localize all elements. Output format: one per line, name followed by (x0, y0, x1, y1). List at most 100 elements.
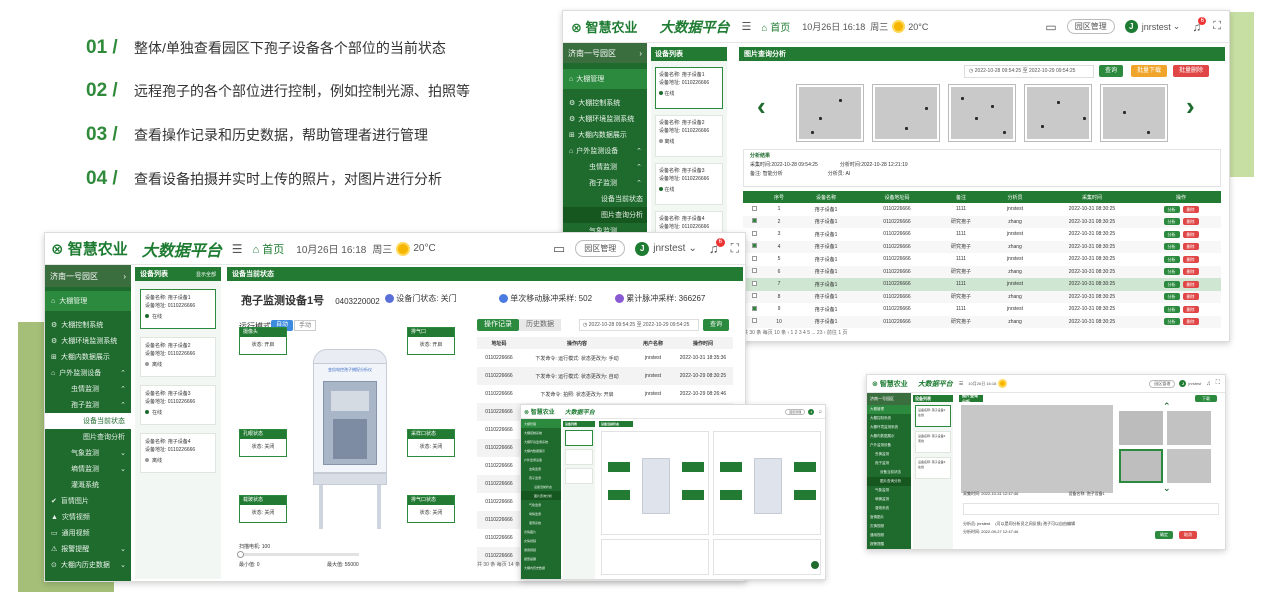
home-link[interactable]: ⌂ 首页 (253, 241, 285, 257)
device-card[interactable]: 设备名称: 孢子设备3 在线 (915, 457, 951, 479)
delete-button[interactable]: 删除 (1182, 268, 1199, 276)
thumbnail[interactable] (797, 85, 863, 141)
park-manage-button[interactable]: 园区管理 (1066, 19, 1115, 34)
batch-download-button[interactable]: 批量下载 (1131, 65, 1167, 77)
avatar[interactable]: J (1124, 20, 1138, 33)
chevron-down-icon[interactable]: ⌄ (1163, 483, 1171, 494)
thumbnail[interactable] (1025, 85, 1091, 141)
date-range-input[interactable]: ◷ 2022-10-28 09:54:25 至 2022-10-29 09:54… (964, 65, 1094, 78)
table-row[interactable]: 10 孢子设备1 0110226666 研究孢子 zhang 2022-10-31 08:… (743, 315, 1221, 328)
slider-handle[interactable] (237, 551, 244, 558)
cancel-button[interactable]: 取消 (1179, 531, 1197, 539)
analyze-button[interactable]: 分析 (1163, 305, 1180, 313)
sidebar-item[interactable]: 大棚环境监测系统 (867, 423, 911, 432)
row-checkbox[interactable] (751, 218, 757, 224)
thumbnail[interactable] (949, 85, 1015, 141)
sidebar-item[interactable]: 图片查询分析 (45, 429, 131, 445)
sidebar-item[interactable]: ⌂ 户外监测设备 ⌃ (563, 143, 647, 159)
sidebar-item[interactable]: 虫情监测 (521, 464, 561, 473)
analyze-button[interactable]: 分析 (1163, 243, 1180, 251)
device-tile[interactable] (713, 431, 821, 535)
table-row[interactable]: 0110226666 下发命令: 拍照: 状态更改为: 开启 jnrstest 202… (477, 385, 733, 403)
table-row[interactable]: 1 孢子设备1 0110226666 1111 jnrstest 2022-10-31 0… (743, 203, 1221, 216)
sidebar-item[interactable]: ▭ 通用视频 (45, 525, 131, 541)
fullscreen-icon[interactable]: ⛶ (1213, 20, 1221, 33)
sidebar-item[interactable]: 盲情图片 (867, 513, 911, 522)
table-row[interactable]: 0110226666 下发命令: 运行模式: 状态更改为: 自动 jnrstest 2… (477, 367, 733, 385)
sidebar-item[interactable]: ▲ 灾情视频 (45, 509, 131, 525)
table-row[interactable]: 4 孢子设备1 0110226666 研究孢子 zhang 2022-10-31 08:3… (743, 240, 1221, 253)
sidebar-item[interactable]: 户外监测设备 (521, 455, 561, 464)
confirm-button[interactable]: 确定 (1155, 531, 1173, 539)
row-checkbox[interactable] (751, 305, 757, 311)
bell-icon[interactable]: ♫ (1206, 381, 1211, 387)
table-row[interactable]: 2 孢子设备1 0110226666 研究孢子 zhang 2022-10-31 08:3… (743, 215, 1221, 228)
analyze-button[interactable]: 分析 (1163, 293, 1180, 301)
device-card[interactable] (565, 449, 593, 465)
sidebar-item[interactable]: 虫情监测 ⌃ (45, 381, 131, 397)
monitor-icon[interactable]: ▭ (553, 241, 565, 257)
sidebar-item[interactable]: ⊞ 大棚内数据展示 (563, 127, 647, 143)
sidebar-item[interactable]: 孢子监测 (867, 459, 911, 468)
tab-history[interactable]: 历史数据 (519, 319, 561, 331)
sidebar-item[interactable]: 图片查询分析 (867, 477, 911, 486)
sidebar-item[interactable]: 气象监测 (867, 486, 911, 495)
analyze-button[interactable]: 分析 (1163, 280, 1180, 288)
sidebar-item[interactable]: 灌溉系统 (867, 504, 911, 513)
sidebar-item[interactable]: 通用视频 (867, 531, 911, 540)
delete-button[interactable]: 删除 (1182, 293, 1199, 301)
park-selector[interactable]: 济南一号园区 › (563, 43, 647, 63)
delete-button[interactable]: 删除 (1182, 205, 1199, 213)
sidebar-item[interactable]: ⚠ 报警提醒 ⌄ (45, 541, 131, 557)
sidebar-item[interactable]: 设备当前状态 (521, 482, 561, 491)
sidebar-item[interactable]: 孢子监测 ⌃ (45, 397, 131, 413)
sidebar-item[interactable]: 大棚内数据展示 (521, 446, 561, 455)
sidebar-item[interactable]: 大棚内历史数据 (521, 563, 561, 572)
table-row[interactable]: 0110226666 下发命令: 运行模式: 状态更改为: 手动 jnrstest 2… (477, 349, 733, 367)
tab-operation-log[interactable]: 操作记录 (477, 319, 519, 331)
device-card[interactable]: 设备名称: 孢子设备2 设备地址: 0110226666 离线 (140, 337, 216, 377)
device-card[interactable]: 设备名称: 孢子设备1 设备地址: 0110226666 在线 (140, 289, 216, 329)
park-manage-button[interactable]: 园区管理 (785, 408, 806, 415)
device-card[interactable] (565, 430, 593, 446)
device-card[interactable]: 设备名称: 孢子设备1 设备地址: 0110226666 在线 (655, 67, 723, 109)
scan-slider[interactable] (237, 551, 359, 558)
sidebar-item[interactable]: ⌂ 大棚管理 (45, 291, 131, 311)
device-card[interactable]: 设备名称: 孢子设备4 设备地址: 0110226666 离线 (140, 433, 216, 473)
sidebar-item[interactable]: ⚙ 大棚环境监测系统 (45, 333, 131, 349)
sidebar-item[interactable]: 虫情监测 (867, 450, 911, 459)
sidebar-item[interactable]: 墒情监测 ⌄ (45, 461, 131, 477)
main-spore-image[interactable] (961, 405, 1113, 493)
sidebar-item[interactable]: 灾情视频 (867, 522, 911, 531)
username[interactable]: jnrstest (1142, 22, 1171, 32)
delete-button[interactable]: 删除 (1182, 255, 1199, 263)
delete-button[interactable]: 删除 (1182, 305, 1199, 313)
chevron-left-icon[interactable]: ‹ (757, 91, 766, 122)
sidebar-item[interactable]: ⚙ 大棚控制系统 (45, 317, 131, 333)
username[interactable]: jnrstest (653, 243, 685, 254)
sidebar-item[interactable]: 报警提醒 (521, 554, 561, 563)
analyze-button[interactable]: 分析 (1163, 255, 1180, 263)
sidebar-item-image-analysis[interactable]: 图片查询分析 (563, 207, 647, 223)
sidebar-item[interactable]: 通用视频 (521, 545, 561, 554)
sidebar-item[interactable]: ⌂ 户外监测设备 ⌃ (45, 365, 131, 381)
sidebar-item[interactable]: 灾情视频 (521, 536, 561, 545)
sidebar-item[interactable]: ⚙ 大棚环境监测系统 (563, 111, 647, 127)
sidebar-item-greenhouse[interactable]: ⌂ 大棚管理 (563, 69, 647, 89)
thumbnail[interactable] (873, 85, 939, 141)
delete-button[interactable]: 删除 (1182, 230, 1199, 238)
device-tile[interactable] (601, 431, 709, 535)
sidebar-item[interactable]: 盲情图片 (521, 527, 561, 536)
sidebar-item[interactable]: 大棚控制系统 (521, 428, 561, 437)
sidebar-item[interactable]: 设备当前状态 (867, 468, 911, 477)
fullscreen-icon[interactable]: ⛶ (1216, 380, 1220, 387)
analyze-button[interactable]: 分析 (1163, 205, 1180, 213)
table-row[interactable]: 9 孢子设备1 0110226666 1111 jnrstest 2022-10-31 0… (743, 303, 1221, 316)
bell-icon[interactable]: ♫ (818, 409, 822, 415)
thumbnail-selected[interactable] (1119, 449, 1163, 483)
menu-icon[interactable]: ☰ (742, 20, 752, 33)
sidebar-item[interactable]: 大棚管理 (867, 405, 911, 414)
avatar[interactable]: J (1179, 380, 1187, 387)
sidebar-item[interactable]: 设备当前状态 (563, 191, 647, 207)
device-card[interactable]: 设备名称: 孢子设备2 离线 (915, 431, 951, 453)
